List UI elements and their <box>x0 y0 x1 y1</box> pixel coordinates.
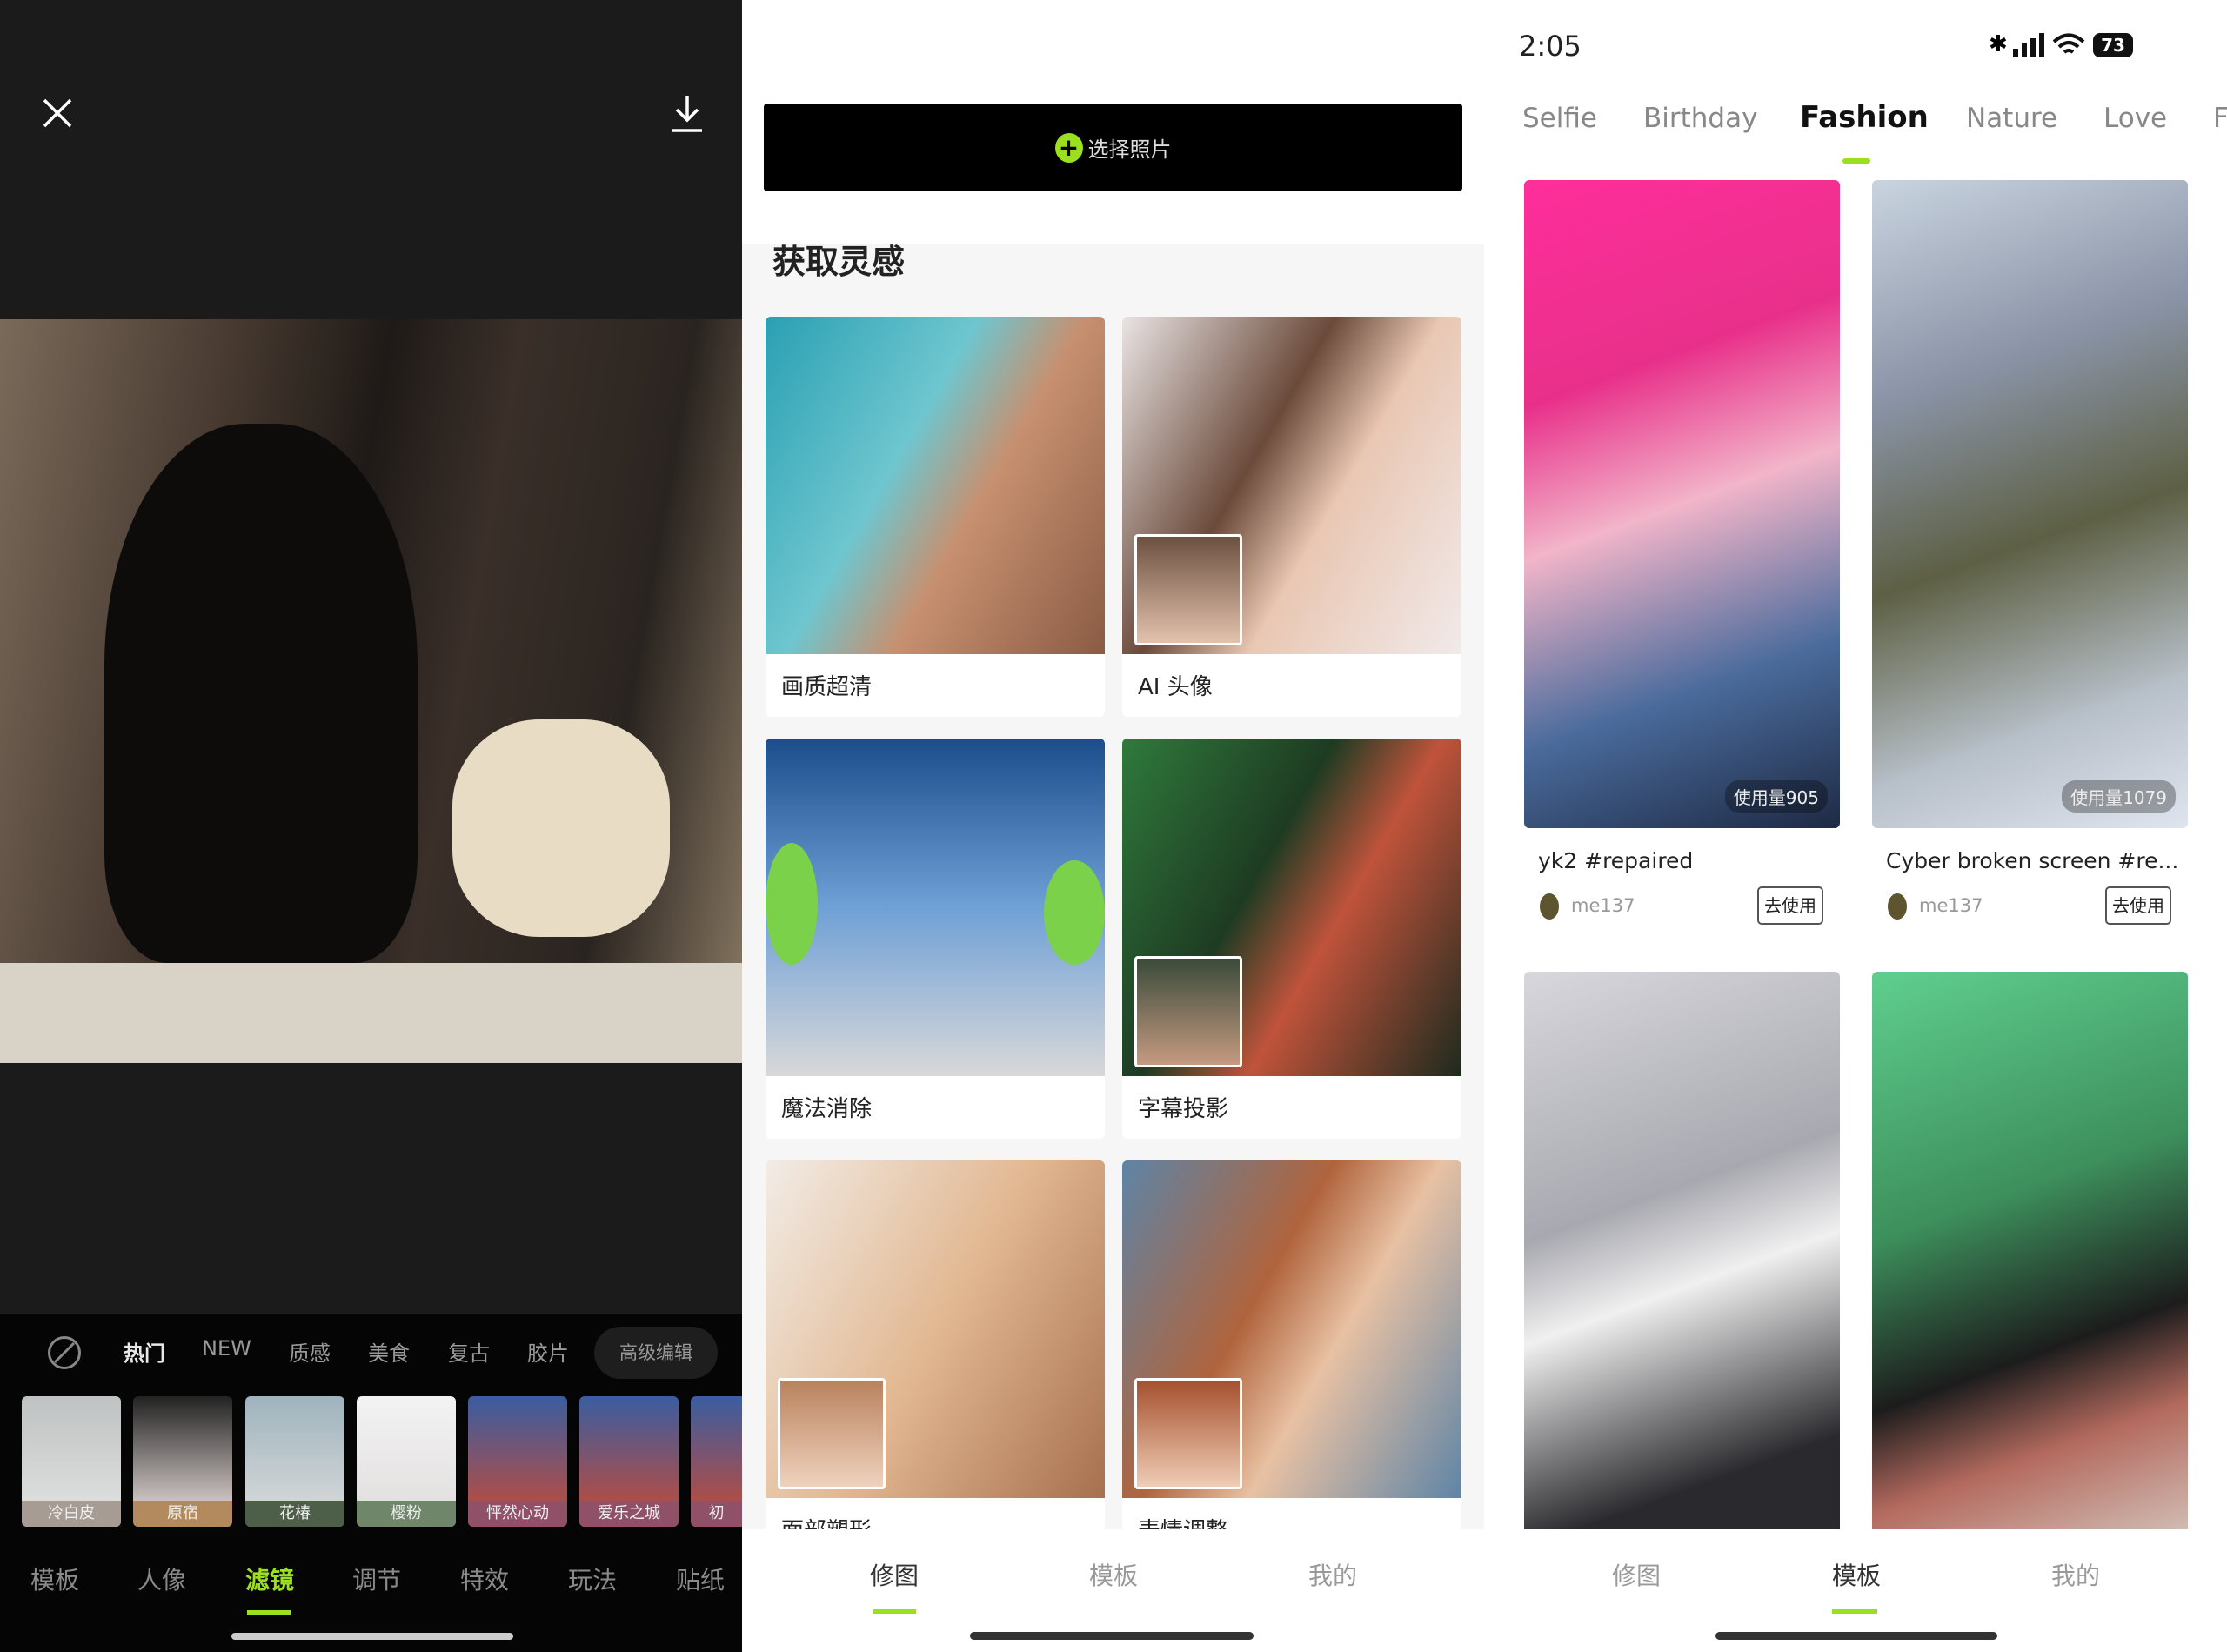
signal-icon <box>2013 33 2044 57</box>
usage-count: 使用量1079 <box>2062 780 2176 813</box>
filter-category-new[interactable]: NEW <box>202 1336 251 1361</box>
feature-label: 字幕投影 <box>1138 1096 1229 1122</box>
download-icon[interactable] <box>670 94 705 134</box>
photo-preview <box>0 319 742 1063</box>
home-indicator <box>231 1633 513 1640</box>
status-time: 2:05 <box>1519 30 1582 63</box>
photo-editor-panel: 热门 NEW 质感 美食 复古 胶片 高级编辑 冷白皮 原宿 花椿 樱粉 怦然心… <box>0 0 742 1652</box>
tool-play[interactable]: 玩法 <box>568 1562 617 1596</box>
section-title: 获取灵感 <box>772 243 906 281</box>
tab-selfie[interactable]: Selfie <box>1522 103 1597 134</box>
nav-retouch[interactable]: 修图 <box>870 1557 919 1592</box>
wifi-icon <box>2051 31 2086 57</box>
filter-label: 初 <box>691 1501 742 1527</box>
feature-card-expression[interactable]: 表情调整 <box>1122 1160 1461 1561</box>
no-filter-icon[interactable] <box>48 1336 81 1369</box>
home-indicator <box>970 1632 1254 1640</box>
tab-birthday[interactable]: Birthday <box>1643 103 1757 134</box>
avatar-inset <box>1134 534 1242 645</box>
filter-label: 花椿 <box>245 1501 344 1527</box>
feature-label: AI 头像 <box>1138 674 1213 700</box>
filter-thumb[interactable]: 原宿 <box>133 1396 232 1527</box>
avatar-inset <box>1134 956 1242 1067</box>
home-indicator <box>1715 1632 1997 1640</box>
tab-nature[interactable]: Nature <box>1966 103 2057 134</box>
author-name: me137 <box>1919 895 1983 916</box>
nav-mine[interactable]: 我的 <box>1308 1557 1357 1592</box>
tool-template[interactable]: 模板 <box>30 1562 79 1596</box>
template-image <box>1872 972 2188 1537</box>
tool-filter[interactable]: 滤镜 <box>245 1562 294 1596</box>
nav-mine[interactable]: 我的 <box>2051 1557 2100 1592</box>
use-template-button[interactable]: 去使用 <box>1757 886 1823 925</box>
avatar-inset <box>778 1378 886 1489</box>
filter-label: 原宿 <box>133 1501 232 1527</box>
filter-thumb[interactable]: 樱粉 <box>357 1396 456 1527</box>
templates-panel: 2:05 ✱ 73 Selfie Birthday Fashion Nature… <box>1484 0 2227 1652</box>
template-card[interactable] <box>1524 972 1840 1537</box>
active-nav-indicator <box>1832 1609 1877 1614</box>
use-template-button[interactable]: 去使用 <box>2105 886 2171 925</box>
template-image <box>1872 180 2188 828</box>
filter-thumb[interactable]: 冷白皮 <box>22 1396 121 1527</box>
filter-thumb[interactable]: 初 <box>691 1396 742 1527</box>
feature-card-ai-avatar[interactable]: AI 头像 <box>1122 317 1461 717</box>
filter-category-hot[interactable]: 热门 <box>124 1336 165 1367</box>
active-nav-indicator <box>873 1609 916 1614</box>
home-panel: + 选择照片 获取灵感 画质超清 AI 头像 魔法消除 字幕投影 面部塑形 表情… <box>742 0 1484 1652</box>
active-tab-indicator <box>1842 158 1870 164</box>
filter-category-film[interactable]: 胶片 <box>527 1336 569 1367</box>
battery-icon: 73 <box>2093 33 2133 57</box>
template-card[interactable]: 使用量1079 Cyber broken screen #re... me137… <box>1872 180 2188 946</box>
select-photo-button[interactable]: + 选择照片 <box>764 104 1462 191</box>
feature-label: 画质超清 <box>781 674 873 700</box>
template-image <box>1524 972 1840 1537</box>
nav-templates[interactable]: 模板 <box>1832 1557 1881 1592</box>
template-card[interactable] <box>1872 972 2188 1537</box>
tool-portrait[interactable]: 人像 <box>137 1562 186 1596</box>
plus-circle-icon: + <box>1054 132 1083 163</box>
feature-card-caption-projection[interactable]: 字幕投影 <box>1122 739 1461 1139</box>
template-title: Cyber broken screen #re... <box>1886 848 2179 873</box>
close-icon[interactable] <box>42 97 73 129</box>
template-title: yk2 #repaired <box>1538 848 1694 873</box>
template-image <box>1524 180 1840 828</box>
filter-thumb[interactable]: 怦然心动 <box>468 1396 567 1527</box>
tab-more[interactable]: F <box>2213 103 2227 134</box>
select-photo-label: 选择照片 <box>1087 137 1172 162</box>
author-name: me137 <box>1571 895 1635 916</box>
tool-effects[interactable]: 特效 <box>460 1562 509 1596</box>
active-tool-indicator <box>247 1610 291 1615</box>
template-card[interactable]: 使用量905 yk2 #repaired me137 去使用 <box>1524 180 1840 946</box>
advanced-edit-button[interactable]: 高级编辑 <box>594 1327 718 1379</box>
tab-fashion[interactable]: Fashion <box>1800 100 1929 135</box>
avatar-inset <box>1134 1378 1242 1489</box>
tab-love[interactable]: Love <box>2103 103 2167 134</box>
filter-label: 爱乐之城 <box>579 1501 679 1527</box>
filter-thumb[interactable]: 爱乐之城 <box>579 1396 679 1527</box>
filter-label: 冷白皮 <box>22 1501 121 1527</box>
feature-card-hd[interactable]: 画质超清 <box>766 317 1105 717</box>
bluetooth-icon: ✱ <box>1989 31 2008 57</box>
feature-card-magic-erase[interactable]: 魔法消除 <box>766 739 1105 1139</box>
filter-category-food[interactable]: 美食 <box>368 1336 410 1367</box>
usage-count: 使用量905 <box>1724 780 1828 813</box>
filter-category-texture[interactable]: 质感 <box>289 1336 331 1367</box>
tool-adjust[interactable]: 调节 <box>352 1562 401 1596</box>
author-avatar <box>1888 893 1907 920</box>
nav-retouch[interactable]: 修图 <box>1612 1557 1661 1592</box>
feature-label: 魔法消除 <box>781 1096 873 1122</box>
nav-templates[interactable]: 模板 <box>1089 1557 1138 1592</box>
feature-card-face-shape[interactable]: 面部塑形 <box>766 1160 1105 1561</box>
filter-label: 怦然心动 <box>468 1501 567 1527</box>
filter-category-retro[interactable]: 复古 <box>448 1336 490 1367</box>
filter-thumb[interactable]: 花椿 <box>245 1396 344 1527</box>
author-avatar <box>1540 893 1559 920</box>
tool-sticker[interactable]: 贴纸 <box>676 1562 725 1596</box>
filter-label: 樱粉 <box>357 1501 456 1527</box>
